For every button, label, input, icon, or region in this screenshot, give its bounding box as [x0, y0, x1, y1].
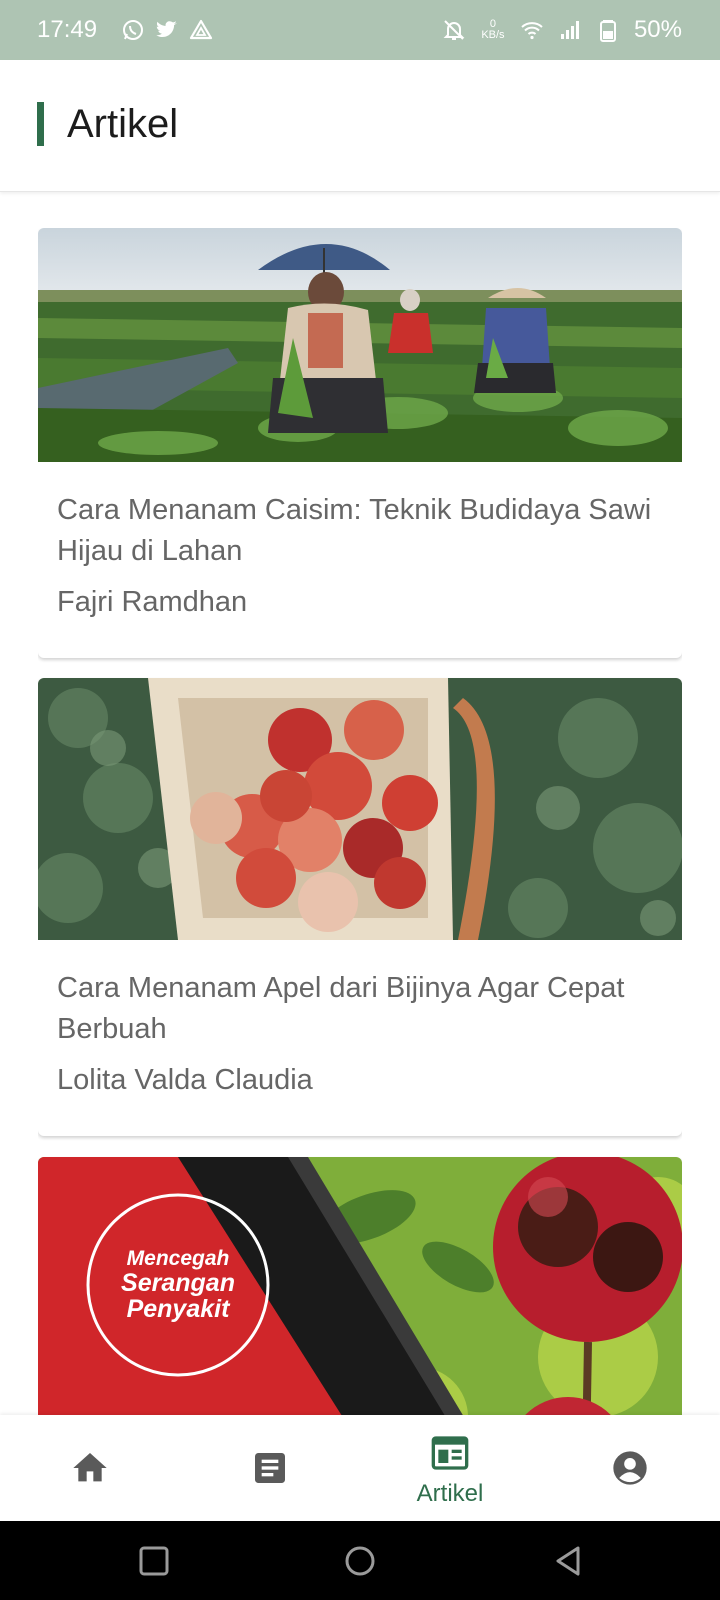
- app-header: Artikel: [0, 60, 720, 192]
- status-bar: 17:49 0 KB/s 50%: [0, 0, 720, 60]
- article-card[interactable]: Cara Menanam Apel dari Bijinya Agar Cepa…: [38, 678, 682, 1136]
- whatsapp-icon: [123, 20, 144, 40]
- article-card[interactable]: Mencegah Serangan Penyakit: [38, 1157, 682, 1415]
- article-icon: [431, 1436, 469, 1470]
- status-time: 17:49: [37, 16, 98, 43]
- article-author: Fajri Ramdhan: [57, 586, 248, 618]
- back-icon[interactable]: [548, 1541, 588, 1581]
- article-author: Lolita Valda Claudia: [57, 1064, 313, 1096]
- bottom-nav: Artikel: [0, 1415, 720, 1521]
- article-title: Cara Menanam Apel dari Bijinya Agar Cepa…: [57, 972, 625, 1045]
- article-list[interactable]: Cara Menanam Caisim: Teknik Budidaya Saw…: [38, 228, 682, 1415]
- article-card[interactable]: Cara Menanam Caisim: Teknik Budidaya Saw…: [38, 228, 682, 658]
- network-speed: 0 KB/s: [480, 19, 506, 41]
- signal-icon: [560, 21, 579, 39]
- mute-icon: [443, 20, 465, 40]
- profile-icon: [613, 1451, 647, 1485]
- list-icon: [255, 1453, 285, 1483]
- system-nav-bar: [0, 1521, 720, 1600]
- status-left: 17:49: [37, 16, 213, 44]
- twitter-icon: [156, 21, 178, 37]
- drive-icon: [189, 19, 213, 40]
- nav-item-artikel[interactable]: Artikel: [360, 1415, 540, 1521]
- article-image-disease: Mencegah Serangan Penyakit: [38, 1157, 682, 1415]
- article-title: Cara Menanam Caisim: Teknik Budidaya Saw…: [57, 494, 652, 567]
- page-title: Artikel: [67, 102, 179, 146]
- image-text-line-2: Serangan: [121, 1269, 235, 1297]
- battery-percent: 50%: [633, 16, 682, 43]
- image-text-line-1: Mencegah: [127, 1247, 230, 1270]
- article-image-farmers: [38, 228, 682, 462]
- battery-icon: [599, 20, 616, 42]
- system-home-icon[interactable]: [340, 1541, 380, 1581]
- recent-apps-icon[interactable]: [134, 1541, 174, 1581]
- nav-item-profile[interactable]: [540, 1415, 720, 1521]
- wifi-icon: [521, 22, 543, 40]
- nav-item-list[interactable]: [180, 1415, 360, 1521]
- image-text-line-3: Penyakit: [127, 1295, 232, 1323]
- nav-label-artikel: Artikel: [416, 1480, 484, 1507]
- header-accent-bar: [37, 102, 44, 146]
- status-right: 0 KB/s 50%: [442, 16, 682, 44]
- network-speed-unit: KB/s: [481, 29, 505, 41]
- article-image-apples: [38, 678, 682, 940]
- nav-item-home[interactable]: [0, 1415, 180, 1521]
- home-icon: [73, 1453, 107, 1482]
